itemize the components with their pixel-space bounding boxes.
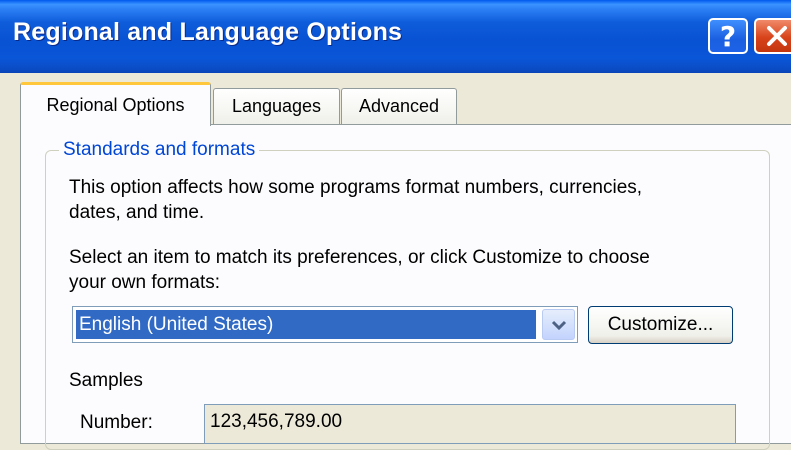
description-line-1: This option affects how some programs fo… (69, 177, 643, 198)
number-sample-field: 123,456,789.00 (204, 404, 736, 444)
window-title: Regional and Language Options (13, 18, 403, 46)
instruction-line-1: Select an item to match its preferences,… (69, 247, 650, 268)
close-button[interactable] (754, 18, 791, 54)
help-button[interactable]: ? (708, 18, 748, 54)
selected-locale: English (United States) (76, 310, 536, 339)
tab-advanced[interactable]: Advanced (341, 88, 457, 124)
dropdown-arrow-button[interactable] (542, 309, 575, 340)
number-sample-value: 123,456,789.00 (210, 411, 343, 432)
locale-select[interactable]: English (United States) (72, 306, 578, 343)
customize-button[interactable]: Customize... (588, 306, 733, 344)
tab-regional-options[interactable]: Regional Options (20, 82, 211, 126)
tab-label: Regional Options (46, 95, 185, 115)
description-line-2: dates, and time. (69, 202, 205, 223)
samples-label: Samples (69, 370, 143, 391)
close-icon (766, 26, 787, 46)
title-bar[interactable]: Regional and Language Options ? (0, 0, 791, 73)
number-label: Number: (80, 412, 153, 433)
chevron-down-icon (551, 320, 566, 330)
tab-label: Advanced (358, 96, 440, 116)
help-icon: ? (719, 19, 737, 53)
customize-label: Customize... (607, 314, 714, 335)
group-label: Standards and formats (59, 139, 260, 161)
instruction-line-2: your own formats: (69, 272, 220, 293)
tab-languages[interactable]: Languages (213, 88, 340, 124)
tab-label: Languages (231, 96, 322, 116)
